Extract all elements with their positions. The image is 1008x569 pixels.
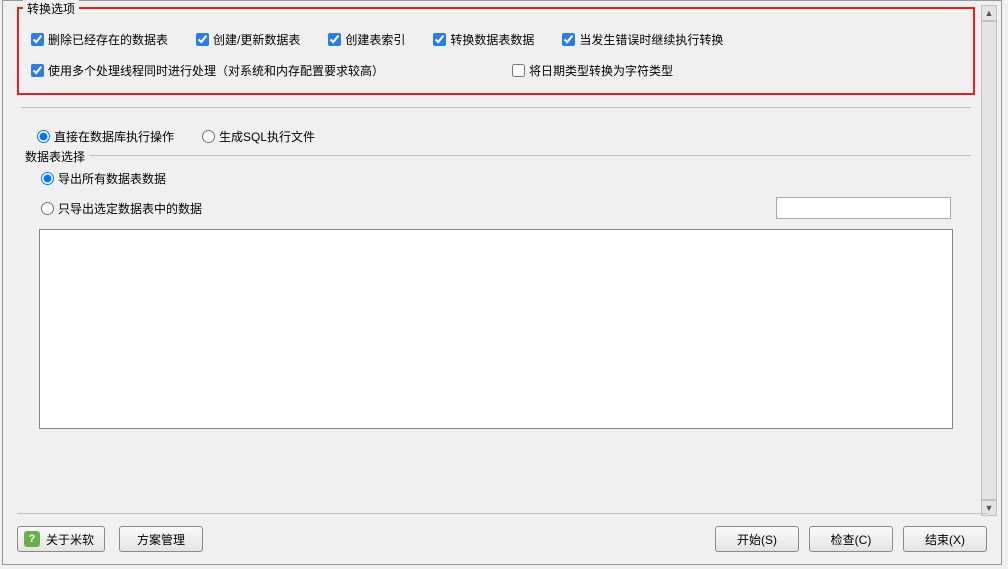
export-all-label: 导出所有数据表数据 [58,170,166,187]
continue-error-label: 当发生错误时继续执行转换 [579,31,723,48]
delete-existing-input[interactable] [31,33,44,46]
about-button[interactable]: ? 关于米软 [17,526,105,552]
divider-1 [21,107,971,108]
create-index-checkbox[interactable]: 创建表索引 [328,31,405,48]
content-area: 转换选项 删除已经存在的数据表 创建/更新数据表 创建表索引 转换数据表数据 [17,7,975,504]
help-icon: ? [24,531,40,547]
check-button[interactable]: 检查(C) [809,526,893,552]
convert-data-label: 转换数据表数据 [450,31,534,48]
checkbox-row-2: 使用多个处理线程同时进行处理（对系统和内存配置要求较高） 将日期类型转换为字符类… [31,62,961,79]
table-select-radio-col: 导出所有数据表数据 只导出选定数据表中的数据 [21,162,971,219]
scrollbar[interactable]: ▲ ▼ [981,5,997,516]
bottom-left: ? 关于米软 方案管理 [17,526,203,552]
conversion-options-group: 转换选项 删除已经存在的数据表 创建/更新数据表 创建表索引 转换数据表数据 [17,7,975,95]
conversion-options-legend: 转换选项 [23,0,79,17]
generate-sql-label: 生成SQL执行文件 [219,128,315,145]
generate-sql-radio[interactable]: 生成SQL执行文件 [202,128,315,145]
direct-exec-label: 直接在数据库执行操作 [54,128,174,145]
direct-exec-radio[interactable]: 直接在数据库执行操作 [37,128,174,145]
check-label: 检查(C) [831,531,872,548]
end-button[interactable]: 结束(X) [903,526,987,552]
checkbox-row-1: 删除已经存在的数据表 创建/更新数据表 创建表索引 转换数据表数据 当发生错误时… [31,31,961,48]
start-label: 开始(S) [737,531,777,548]
export-selected-row: 只导出选定数据表中的数据 [41,197,951,219]
create-update-checkbox[interactable]: 创建/更新数据表 [196,31,300,48]
date-string-label: 将日期类型转换为字符类型 [529,62,673,79]
multi-thread-label: 使用多个处理线程同时进行处理（对系统和内存配置要求较高） [48,62,384,79]
bottom-right: 开始(S) 检查(C) 结束(X) [715,526,987,552]
execution-mode-row: 直接在数据库执行操作 生成SQL执行文件 [17,118,975,155]
scheme-manage-button[interactable]: 方案管理 [119,526,203,552]
about-label: 关于米软 [46,531,94,548]
scroll-thumb[interactable] [981,21,997,500]
direct-exec-input[interactable] [37,130,50,143]
convert-data-input[interactable] [433,33,446,46]
delete-existing-label: 删除已经存在的数据表 [48,31,168,48]
create-update-label: 创建/更新数据表 [213,31,300,48]
create-index-input[interactable] [328,33,341,46]
delete-existing-checkbox[interactable]: 删除已经存在的数据表 [31,31,168,48]
create-index-label: 创建表索引 [345,31,405,48]
create-update-input[interactable] [196,33,209,46]
generate-sql-input[interactable] [202,130,215,143]
scroll-up-button[interactable]: ▲ [981,5,997,21]
export-selected-input[interactable] [41,202,54,215]
export-selected-radio[interactable]: 只导出选定数据表中的数据 [41,200,202,217]
table-selection-legend: 数据表选择 [21,148,89,165]
scheme-manage-label: 方案管理 [137,531,185,548]
multi-thread-input[interactable] [31,64,44,77]
convert-data-checkbox[interactable]: 转换数据表数据 [433,31,534,48]
date-string-input[interactable] [512,64,525,77]
export-all-radio[interactable]: 导出所有数据表数据 [41,170,951,187]
export-selected-label: 只导出选定数据表中的数据 [58,200,202,217]
date-string-checkbox[interactable]: 将日期类型转换为字符类型 [512,62,673,79]
table-filter-input[interactable] [776,197,951,219]
multi-thread-checkbox[interactable]: 使用多个处理线程同时进行处理（对系统和内存配置要求较高） [31,62,384,79]
start-button[interactable]: 开始(S) [715,526,799,552]
table-list-box[interactable] [39,229,953,429]
end-label: 结束(X) [925,531,965,548]
continue-error-input[interactable] [562,33,575,46]
continue-error-checkbox[interactable]: 当发生错误时继续执行转换 [562,31,723,48]
bottom-bar: ? 关于米软 方案管理 开始(S) 检查(C) 结束(X) [17,513,987,552]
main-window: 转换选项 删除已经存在的数据表 创建/更新数据表 创建表索引 转换数据表数据 [2,0,1002,565]
export-all-input[interactable] [41,172,54,185]
table-selection-group: 数据表选择 导出所有数据表数据 只导出选定数据表中的数据 [21,155,971,429]
